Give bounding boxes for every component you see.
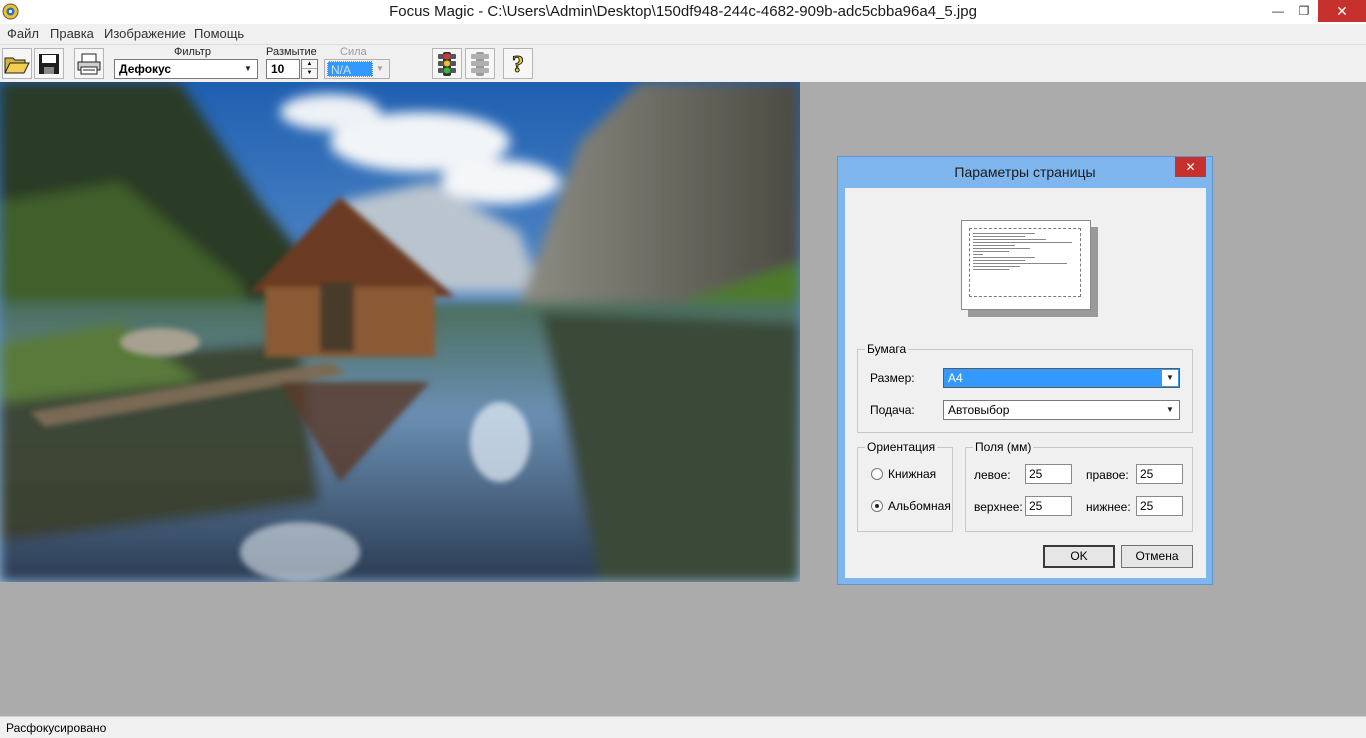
minimize-button[interactable]: — <box>1264 0 1292 22</box>
maximize-icon: ❐ <box>1298 4 1310 18</box>
filter-value: Дефокус <box>119 62 172 76</box>
orientation-group: Ориентация Книжная Альбомная <box>857 440 953 532</box>
printer-icon <box>77 53 101 74</box>
margin-right-input[interactable]: 25 <box>1136 464 1183 484</box>
margin-right-label: правое: <box>1086 468 1129 482</box>
chevron-down-icon: ▼ <box>244 64 252 73</box>
page-preview-text-area <box>969 228 1081 297</box>
blur-input[interactable]: 10 <box>266 59 300 79</box>
paper-size-label: Размер: <box>870 371 915 385</box>
margin-top-label: верхнее: <box>974 500 1023 514</box>
landscape-radio[interactable] <box>871 500 883 512</box>
spin-up-icon[interactable]: ▲ <box>302 60 317 69</box>
chevron-down-icon: ▼ <box>1166 405 1174 414</box>
paper-legend: Бумага <box>865 342 909 356</box>
margins-group: Поля (мм) левое: 25 правое: 25 верхнее: … <box>965 440 1193 532</box>
margin-bottom-input[interactable]: 25 <box>1136 496 1183 516</box>
strength-select[interactable]: N/A ▼ <box>324 59 390 79</box>
traffic-light-disabled-icon <box>471 51 489 76</box>
dialog-title: Параметры страницы <box>954 164 1096 180</box>
status-bar: Расфокусировано <box>0 716 1366 738</box>
portrait-radio[interactable] <box>871 468 883 480</box>
chevron-down-icon: ▼ <box>376 64 384 73</box>
orientation-legend: Ориентация <box>865 440 938 454</box>
filter-select[interactable]: Дефокус ▼ <box>114 59 258 79</box>
margin-top-input[interactable]: 25 <box>1025 496 1072 516</box>
status-text: Расфокусировано <box>6 721 107 735</box>
paper-source-label: Подача: <box>870 403 915 417</box>
save-button[interactable] <box>34 48 64 79</box>
dialog-close-button[interactable]: ✕ <box>1175 157 1206 177</box>
margin-bottom-label: нижнее: <box>1086 500 1131 514</box>
strength-label: Сила <box>340 46 367 58</box>
ok-button[interactable]: OK <box>1043 545 1115 568</box>
menu-image[interactable]: Изображение <box>104 26 186 41</box>
blur-label: Размытие <box>266 46 317 58</box>
paper-group: Бумага Размер: A4 ▼ Подача: Автовыбор ▼ <box>857 342 1193 433</box>
page-setup-dialog: Параметры страницы ✕ Бумага Размер: A4 ▼… <box>837 156 1213 585</box>
menu-edit[interactable]: Правка <box>50 26 94 41</box>
margin-left-label: левое: <box>974 468 1011 482</box>
open-folder-icon <box>4 57 30 73</box>
paper-size-value: A4 <box>948 371 963 385</box>
minimize-icon: — <box>1272 4 1284 18</box>
apply-disabled-button[interactable] <box>465 48 495 79</box>
save-disk-icon <box>39 53 59 74</box>
portrait-label[interactable]: Книжная <box>888 467 936 481</box>
close-icon: ✕ <box>1336 2 1348 19</box>
chevron-down-icon: ▼ <box>1162 370 1178 386</box>
filter-label: Фильтр <box>174 46 211 58</box>
menu-file[interactable]: Файл <box>7 26 39 41</box>
open-button[interactable] <box>2 48 32 79</box>
menu-help[interactable]: Помощь <box>194 26 244 41</box>
page-preview <box>961 220 1091 310</box>
spin-down-icon[interactable]: ▼ <box>302 69 317 78</box>
apply-button[interactable] <box>432 48 462 79</box>
close-icon: ✕ <box>1185 160 1196 174</box>
help-question-icon: ? <box>512 51 525 77</box>
strength-value: N/A <box>327 61 373 77</box>
image-canvas[interactable] <box>0 82 800 582</box>
paper-size-select[interactable]: A4 ▼ <box>943 368 1180 388</box>
close-window-button[interactable]: ✕ <box>1318 0 1366 22</box>
dialog-body: Бумага Размер: A4 ▼ Подача: Автовыбор ▼ … <box>845 188 1206 578</box>
maximize-button[interactable]: ❐ <box>1290 0 1318 22</box>
title-bar: Focus Magic - C:\Users\Admin\Desktop\150… <box>0 0 1366 24</box>
cancel-button[interactable]: Отмена <box>1121 545 1193 568</box>
traffic-light-go-icon <box>438 51 456 76</box>
svg-text:?: ? <box>512 52 524 77</box>
blurred-photo <box>0 82 800 582</box>
menu-bar: Файл Правка Изображение Помощь <box>0 24 1366 44</box>
toolbar: Фильтр Дефокус ▼ Размытие 10 ▲ ▼ Сила N/… <box>0 44 1366 82</box>
print-button[interactable] <box>74 48 104 79</box>
paper-source-value: Автовыбор <box>948 403 1010 417</box>
margin-left-input[interactable]: 25 <box>1025 464 1072 484</box>
paper-source-select[interactable]: Автовыбор ▼ <box>943 400 1180 420</box>
window-title: Focus Magic - C:\Users\Admin\Desktop\150… <box>389 3 977 20</box>
blur-spinner[interactable]: ▲ ▼ <box>301 59 318 79</box>
landscape-label[interactable]: Альбомная <box>888 499 951 513</box>
blur-value: 10 <box>271 62 285 76</box>
margins-legend: Поля (мм) <box>973 440 1034 454</box>
help-button[interactable]: ? <box>503 48 533 79</box>
